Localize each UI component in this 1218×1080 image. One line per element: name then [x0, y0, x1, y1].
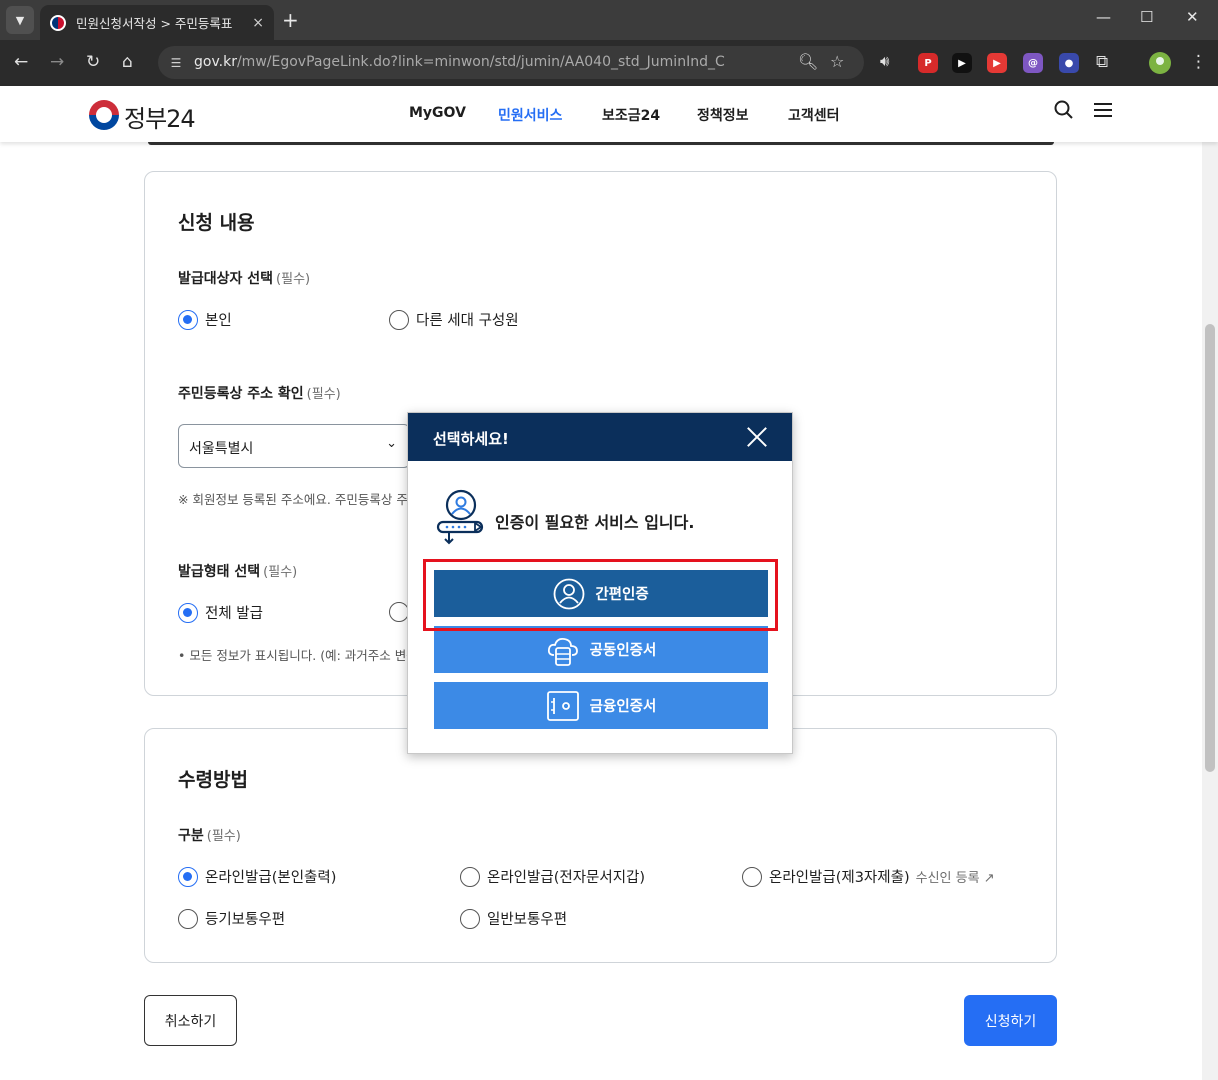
browser-menu-icon[interactable]: ⋮: [1190, 52, 1207, 72]
external-link-icon: ↗: [983, 871, 995, 886]
radio-dot[interactable]: [178, 866, 198, 887]
browser-toolbar: ← → ↻ ⌂ ☰ gov.kr/mw/EgovPageLink.do?link…: [0, 40, 1218, 86]
safe-icon: [546, 690, 580, 722]
radio-target-self[interactable]: 본인: [178, 309, 232, 330]
page-scrollbar[interactable]: [1202, 86, 1218, 1080]
profile-avatar[interactable]: [1149, 52, 1171, 74]
modal-header: 선택하세요!: [408, 413, 792, 461]
radio-dot[interactable]: [742, 866, 762, 887]
media-speaker-icon[interactable]: 🔊︎: [880, 52, 889, 70]
application-section-title: 신청 내용: [178, 212, 255, 234]
receipt-section-title: 수령방법: [178, 769, 248, 791]
radio-dot[interactable]: [178, 908, 198, 929]
reload-icon[interactable]: ↻: [86, 52, 100, 72]
radio-online-e-wallet[interactable]: 온라인발급(전자문서지갑): [460, 866, 645, 887]
receipt-type-label: 구분 (필수): [178, 828, 241, 844]
window-close-icon[interactable]: ✕: [1186, 8, 1199, 26]
site-header: 정부24 MyGOV 민원서비스 보조금24 정책정보 고객센터: [0, 86, 1218, 142]
recipient-register-link[interactable]: 수신인 등록 ↗: [916, 867, 995, 886]
radio-dot[interactable]: [460, 866, 480, 887]
nav-civil-service[interactable]: 민원서비스: [498, 105, 562, 125]
scrollbar-thumb[interactable]: [1205, 324, 1215, 772]
ext-purple-icon[interactable]: @: [1023, 53, 1043, 73]
financial-certificate-button[interactable]: 금융인증서: [434, 682, 768, 729]
gov-favicon-icon: [50, 14, 66, 31]
modal-message: 인증이 필요한 서비스 입니다.: [495, 513, 695, 532]
modal-title: 선택하세요!: [433, 430, 509, 448]
forward-arrow-icon[interactable]: →: [50, 52, 64, 72]
submit-button[interactable]: 신청하기: [964, 995, 1057, 1046]
radio-dot[interactable]: [178, 602, 198, 623]
browser-tab-bar: ▼ 민원신청서작성 > 주민등록표 × + — ☐ ✕: [0, 0, 1218, 40]
radio-registered-mail[interactable]: 등기보통우편: [178, 908, 285, 929]
joint-certificate-button[interactable]: 공동인증서: [434, 626, 768, 673]
previous-section-edge: [148, 142, 1054, 145]
nav-subsidy24[interactable]: 보조금24: [602, 105, 660, 125]
radio-dot[interactable]: [178, 309, 198, 330]
cancel-button[interactable]: 취소하기: [144, 995, 237, 1046]
address-note: ※ 회원정보 등록된 주소에요. 주민등록상 주: [178, 492, 408, 507]
bookmark-star-icon[interactable]: ☆: [830, 52, 844, 71]
radio-regular-mail[interactable]: 일반보통우편: [460, 908, 567, 929]
address-select[interactable]: 서울특별시 ⌄: [178, 424, 410, 468]
tab-close-icon[interactable]: ×: [252, 15, 264, 31]
tab-title: 민원신청서작성 > 주민등록표: [76, 16, 233, 31]
home-icon[interactable]: ⌂: [122, 52, 133, 72]
target-label: 발급대상자 선택 (필수): [178, 271, 311, 287]
radio-target-other-member[interactable]: 다른 세대 구성원: [389, 309, 519, 330]
radio-format-full[interactable]: 전체 발급: [178, 602, 263, 623]
auth-select-modal: 선택하세요! 인증이 필요한 서비스 입니다. 간편인증 공동인증서 금융인증서: [407, 412, 793, 754]
ext-red-icon[interactable]: ▶: [987, 53, 1007, 73]
zoom-icon[interactable]: 🔍︎: [798, 52, 818, 71]
maximize-icon[interactable]: ☐: [1140, 8, 1153, 26]
nav-policy-info[interactable]: 정책정보: [697, 105, 749, 125]
hamburger-menu-icon[interactable]: [1093, 100, 1113, 125]
radio-dot[interactable]: [460, 908, 480, 929]
site-logo-text[interactable]: 정부24: [124, 99, 196, 134]
minimize-icon[interactable]: —: [1096, 8, 1111, 26]
nav-customer-center[interactable]: 고객센터: [788, 105, 840, 125]
radio-online-third-party[interactable]: 온라인발급(제3자제출) 수신인 등록 ↗: [742, 866, 995, 887]
browser-tab[interactable]: 민원신청서작성 > 주민등록표 ×: [40, 5, 274, 40]
tab-search-button[interactable]: ▼: [6, 6, 34, 34]
gov24-logo-icon[interactable]: [89, 100, 119, 130]
radio-online-self-print[interactable]: 온라인발급(본인출력): [178, 866, 336, 887]
radio-dot[interactable]: [389, 309, 409, 330]
address-bar[interactable]: ☰ gov.kr/mw/EgovPageLink.do?link=minwon/…: [158, 46, 864, 79]
user-authentication-icon: [435, 489, 487, 551]
url-text[interactable]: gov.kr/mw/EgovPageLink.do?link=minwon/st…: [194, 54, 725, 70]
address-label: 주민등록상 주소 확인 (필수): [178, 386, 341, 402]
cloud-certificate-icon: [546, 633, 580, 667]
ext-colorful-icon[interactable]: ●: [1059, 53, 1079, 73]
ext-p-icon[interactable]: P: [918, 53, 938, 73]
highlight-box: [423, 559, 778, 631]
extensions-puzzle-icon[interactable]: ⧉: [1096, 52, 1108, 72]
nav-mygov[interactable]: MyGOV: [409, 105, 466, 121]
back-arrow-icon[interactable]: ←: [14, 52, 28, 72]
close-icon[interactable]: [744, 424, 770, 450]
receipt-method-card: 수령방법 구분 (필수) 온라인발급(본인출력) 온라인발급(전자문서지갑) 온라…: [144, 728, 1057, 963]
format-label: 발급형태 선택 (필수): [178, 564, 298, 580]
chevron-down-icon: ⌄: [386, 436, 397, 451]
format-note: • 모든 정보가 표시됩니다. (예: 과거주소 변동: [178, 648, 418, 663]
ext-cursor-icon[interactable]: ▶: [952, 53, 972, 73]
search-icon[interactable]: [1054, 100, 1074, 125]
site-info-icon[interactable]: ☰: [166, 53, 186, 73]
radio-dot[interactable]: [389, 602, 409, 622]
new-tab-button[interactable]: +: [282, 8, 299, 32]
